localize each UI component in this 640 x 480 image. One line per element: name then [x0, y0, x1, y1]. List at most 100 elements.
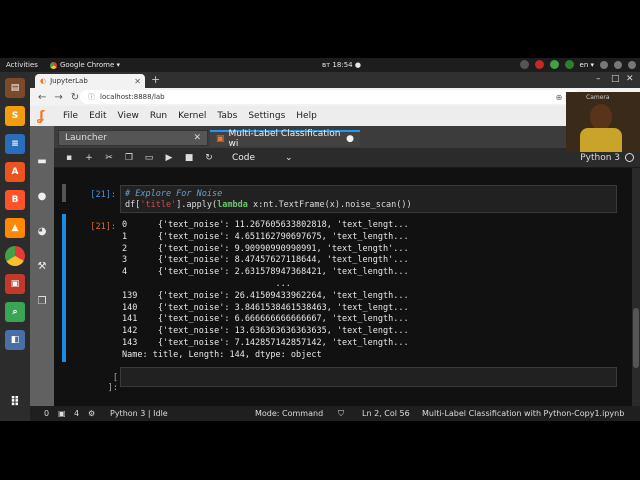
volume-icon[interactable]: [614, 60, 622, 69]
tab-launcher[interactable]: Launcher ✕: [58, 130, 208, 146]
tabs-icon[interactable]: ❐: [36, 296, 48, 308]
webcam-overlay: Camera: [566, 92, 640, 152]
vlc-icon[interactable]: ▲: [5, 218, 25, 238]
jupyter-menubar: ʆ File Edit View Run Kernel Tabs Setting…: [30, 106, 640, 126]
menu-edit[interactable]: Edit: [89, 111, 106, 121]
output-line: 141 {'text_noise': 6.666666666666667, 't…: [122, 314, 409, 325]
code-cell-editor[interactable]: # Explore For Noise df['title'].apply(la…: [120, 185, 617, 213]
jupyter-statusbar: 0 ▣ 4 ⚙ Python 3 | Idle Mode: Command ⛉ …: [30, 406, 640, 421]
software-center-icon[interactable]: A: [5, 162, 25, 182]
menu-settings[interactable]: Settings: [248, 111, 285, 121]
code-post: x:nt.TextFrame(x).noise_scan()): [247, 200, 412, 210]
app-menu[interactable]: Google Chrome ▾: [49, 61, 121, 69]
wrench-icon[interactable]: ⚒: [36, 261, 48, 273]
new-tab-button[interactable]: +: [151, 73, 160, 86]
clock[interactable]: вт 18:54 ●: [322, 61, 361, 69]
cut-icon[interactable]: ✂: [104, 153, 114, 163]
files-icon[interactable]: ▤: [5, 78, 25, 98]
kernel-status-icon: [625, 153, 634, 162]
cell-type-select[interactable]: Code ⌄: [232, 153, 293, 163]
system-tray: en ▾: [519, 60, 636, 69]
output-prompt: [21]:: [90, 222, 116, 232]
webcam-body: [580, 128, 622, 152]
main-dock-area: Launcher ✕ ▣ Multi-Label Classification …: [54, 126, 640, 406]
tray-check-icon[interactable]: [564, 60, 574, 69]
forward-icon[interactable]: →: [54, 92, 62, 103]
network-icon[interactable]: [600, 60, 608, 69]
unsaved-dot-icon[interactable]: ●: [346, 134, 354, 144]
status-count-a[interactable]: 0: [44, 409, 49, 418]
menu-file[interactable]: File: [63, 111, 78, 121]
activities-button[interactable]: Activities: [6, 61, 38, 69]
active-cell-indicator: [62, 184, 66, 202]
tray-app-icon[interactable]: [519, 60, 529, 69]
browser-window: ◐ JupyterLab ✕ + – □ ✕ ← → ↻ ⓘ localhost…: [30, 72, 640, 421]
insert-cell-icon[interactable]: +: [84, 153, 94, 163]
mode-status: Mode: Command: [255, 409, 324, 418]
empty-code-cell[interactable]: [120, 367, 617, 387]
menu-run[interactable]: Run: [150, 111, 167, 121]
chrome-dock-icon[interactable]: [5, 246, 25, 266]
omnibox[interactable]: ⓘ localhost:8888/lab ⊕ ☆: [80, 90, 580, 104]
kernel-status[interactable]: Python 3 | Idle: [110, 409, 168, 418]
image-viewer-icon[interactable]: ⌕: [5, 302, 25, 322]
close-tab-icon[interactable]: ✕: [134, 77, 141, 86]
save-icon[interactable]: ▪: [64, 153, 74, 163]
jupyter-left-sidebar: ▬ ● ◕ ⚒ ❐: [30, 126, 54, 406]
output-line: ...: [122, 278, 291, 289]
screenshot-icon[interactable]: ◧: [5, 330, 25, 350]
menu-tabs[interactable]: Tabs: [217, 111, 237, 121]
cursor-position[interactable]: Ln 2, Col 56: [362, 409, 410, 418]
output-collapser[interactable]: [62, 214, 66, 362]
cell-type-value: Code: [232, 152, 256, 163]
tab-notebook[interactable]: ▣ Multi-Label Classification wi ●: [210, 129, 360, 149]
tray-record-icon[interactable]: [534, 60, 544, 69]
brave-icon[interactable]: B: [5, 190, 25, 210]
running-icon[interactable]: ●: [36, 191, 48, 203]
browser-tabstrip: ◐ JupyterLab ✕ + – □ ✕: [30, 72, 640, 88]
tab-notebook-label: Multi-Label Classification wi: [228, 129, 341, 149]
jupyter-logo-icon: ʆ: [37, 108, 45, 124]
tray-chrome-icon[interactable]: [549, 60, 559, 69]
kernel-name[interactable]: Python 3: [580, 153, 620, 163]
menu-kernel[interactable]: Kernel: [178, 111, 206, 121]
palette-icon[interactable]: ◕: [36, 226, 48, 238]
sublime-icon[interactable]: S: [5, 106, 25, 126]
paste-icon[interactable]: ▭: [144, 153, 154, 163]
show-apps-icon[interactable]: ⠿: [5, 392, 25, 412]
power-icon[interactable]: [628, 60, 636, 69]
url-text: localhost:8888/lab: [100, 93, 165, 101]
code-keyword: lambda: [217, 200, 248, 210]
document-icon[interactable]: ≡: [5, 134, 25, 154]
copy-icon[interactable]: ❐: [124, 153, 134, 163]
browser-tab-jupyterlab[interactable]: ◐ JupyterLab ✕: [35, 74, 145, 88]
output-line: 142 {'text_noise': 13.636363636363635, '…: [122, 326, 409, 337]
presentation-icon[interactable]: ▣: [5, 274, 25, 294]
stop-icon[interactable]: ■: [184, 153, 194, 163]
menu-help[interactable]: Help: [296, 111, 317, 121]
back-icon[interactable]: ←: [38, 92, 46, 103]
app-menu-label: Google Chrome ▾: [59, 61, 121, 69]
run-icon[interactable]: ▶: [164, 153, 174, 163]
folder-icon[interactable]: ▬: [36, 156, 48, 168]
status-count-b[interactable]: 4: [74, 409, 79, 418]
scrollbar-thumb[interactable]: [633, 308, 639, 368]
gear-icon: ⚙: [88, 409, 96, 418]
language-indicator[interactable]: en ▾: [580, 61, 594, 69]
jupyter-favicon: ◐: [40, 77, 47, 85]
output-line: 2 {'text_noise': 9.90990990990991, 'text…: [122, 243, 409, 254]
output-line: 0 {'text_noise': 11.267605633802818, 'te…: [122, 220, 409, 230]
output-line: 4 {'text_noise': 2.631578947368421, 'tex…: [122, 267, 409, 278]
info-icon: ⓘ: [88, 93, 95, 101]
shield-icon: ⛉: [338, 408, 344, 418]
reload-icon[interactable]: ↻: [71, 92, 79, 103]
menu-view[interactable]: View: [118, 111, 139, 121]
minimize-icon[interactable]: –: [596, 74, 601, 84]
output-line: 139 {'text_noise': 26.41509433962264, 't…: [122, 290, 409, 301]
letterbox-bottom: [0, 421, 640, 480]
maximize-icon[interactable]: □: [611, 74, 620, 84]
restart-icon[interactable]: ↻: [204, 153, 214, 163]
close-icon[interactable]: ✕: [193, 133, 201, 143]
notebook-scrollbar[interactable]: [632, 168, 640, 406]
close-window-icon[interactable]: ✕: [626, 74, 634, 84]
